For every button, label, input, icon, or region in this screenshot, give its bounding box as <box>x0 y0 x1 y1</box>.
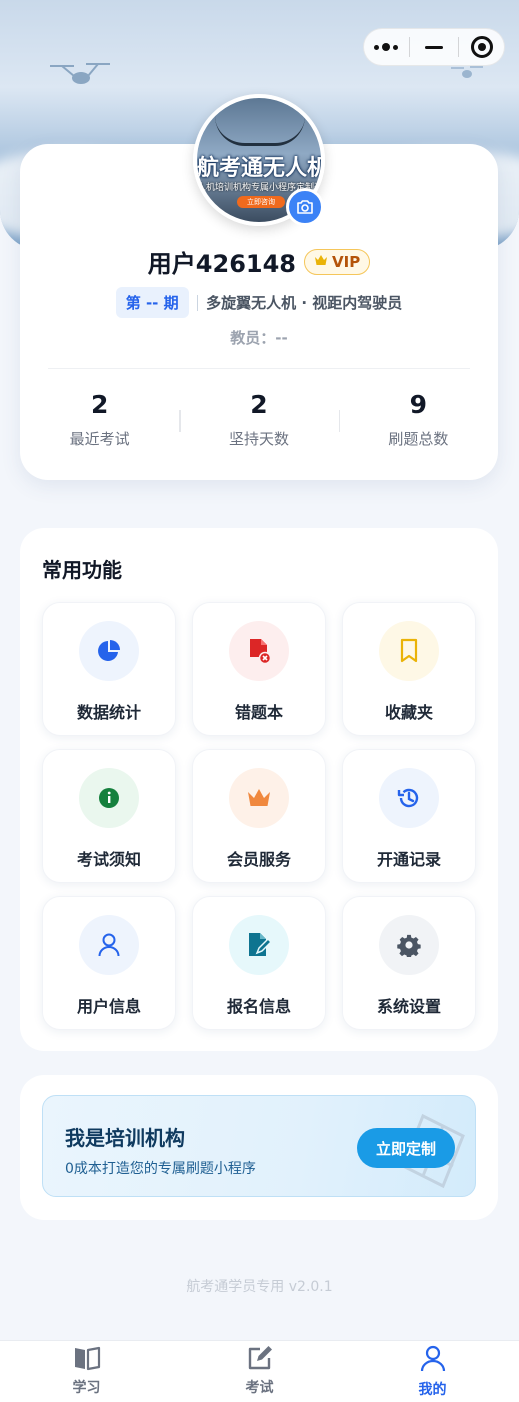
tile-label: 错题本 <box>234 703 283 722</box>
crown-icon <box>314 254 328 270</box>
version-label: 航考通学员专用 v2.0.1 <box>186 1279 333 1295</box>
target-icon[interactable] <box>462 32 502 62</box>
username-row: 用户426148 VIP <box>20 244 498 279</box>
info-icon <box>79 768 139 828</box>
tile-label: 报名信息 <box>226 997 291 1016</box>
username: 用户426148 <box>147 250 296 278</box>
avatar-consult-button: 立即咨询 <box>237 196 285 208</box>
functions-card: 常用功能 数据统计 错题本 收藏夹 考试须知 会员服务 开通记录 用户信息 报名… <box>20 528 498 1051</box>
history-icon <box>379 768 439 828</box>
edit-icon <box>248 1346 272 1370</box>
institution-section: 我是培训机构 0成本打造您的专属刷题小程序 立即定制 <box>20 1075 498 1220</box>
tile-label: 收藏夹 <box>384 703 433 722</box>
tab-study[interactable]: 学习 <box>0 1341 173 1402</box>
tab-label: 学习 <box>72 1380 101 1396</box>
camera-button[interactable] <box>286 188 324 226</box>
book-icon <box>74 1346 100 1371</box>
pie-chart-icon <box>79 621 139 681</box>
minus-icon[interactable] <box>414 32 454 62</box>
user-icon <box>79 915 139 975</box>
user-icon <box>420 1345 445 1372</box>
camera-icon <box>297 200 313 214</box>
tab-label: 我的 <box>418 1382 447 1398</box>
stat-recent-exams[interactable]: 2 最近考试 <box>20 388 179 449</box>
miniprogram-capsule <box>363 28 505 66</box>
period-tag: 第 -- 期 <box>115 287 189 318</box>
edit-doc-icon <box>229 915 289 975</box>
tile-label: 数据统计 <box>76 703 141 722</box>
function-tile-user-info[interactable]: 用户信息 <box>42 896 176 1030</box>
avatar-title: 航考通无人机 <box>197 156 325 181</box>
capsule-divider <box>409 37 411 57</box>
tile-label: 会员服务 <box>226 850 291 869</box>
bottom-tab-bar: 学习 考试 我的 <box>0 1340 519 1402</box>
function-tile-wrong-book[interactable]: 错题本 <box>192 602 326 736</box>
drone-image <box>215 116 305 146</box>
stat-total-questions[interactable]: 9 刷题总数 <box>338 388 498 449</box>
stat-label: 坚持天数 <box>228 430 289 448</box>
capsule-divider <box>457 37 459 57</box>
tile-label: 考试须知 <box>76 850 141 869</box>
functions-grid: 数据统计 错题本 收藏夹 考试须知 会员服务 开通记录 用户信息 报名信息 系统… <box>42 602 476 1030</box>
divider <box>48 368 470 369</box>
functions-title: 常用功能 <box>42 558 122 582</box>
tab-label: 考试 <box>245 1380 274 1396</box>
stat-label: 刷题总数 <box>388 430 449 448</box>
tab-exam[interactable]: 考试 <box>173 1341 346 1402</box>
stat-value: 9 <box>409 390 428 419</box>
course-row: 第 -- 期 多旋翼无人机 · 视距内驾驶员 <box>20 287 498 318</box>
institution-banner[interactable]: 我是培训机构 0成本打造您的专属刷题小程序 立即定制 <box>42 1095 476 1197</box>
tile-label: 系统设置 <box>376 997 441 1016</box>
stat-label: 最近考试 <box>69 430 130 448</box>
function-tile-membership[interactable]: 会员服务 <box>192 749 326 883</box>
customize-button[interactable]: 立即定制 <box>357 1128 455 1168</box>
tab-mine[interactable]: 我的 <box>346 1341 519 1402</box>
drone-silhouette-icon <box>48 58 112 96</box>
crown-icon <box>229 768 289 828</box>
stats-row: 2 最近考试 2 坚持天数 9 刷题总数 <box>20 388 498 449</box>
vip-label: VIP <box>332 252 361 271</box>
function-tile-statistics[interactable]: 数据统计 <box>42 602 176 736</box>
bookmark-icon <box>379 621 439 681</box>
function-tile-settings[interactable]: 系统设置 <box>342 896 476 1030</box>
course-name: 多旋翼无人机 · 视距内驾驶员 <box>206 294 403 312</box>
institution-subtitle: 0成本打造您的专属刷题小程序 <box>65 1161 256 1177</box>
function-tile-exam-notice[interactable]: 考试须知 <box>42 749 176 883</box>
divider <box>196 294 199 311</box>
function-tile-favorites[interactable]: 收藏夹 <box>342 602 476 736</box>
tile-label: 开通记录 <box>376 850 441 869</box>
stat-streak-days[interactable]: 2 坚持天数 <box>179 388 338 449</box>
function-tile-registration[interactable]: 报名信息 <box>192 896 326 1030</box>
stat-value: 2 <box>250 390 268 419</box>
institution-title: 我是培训机构 <box>65 1126 185 1150</box>
vip-badge[interactable]: VIP <box>304 248 371 275</box>
stat-value: 2 <box>90 390 109 419</box>
instructor-label: 教员：-- <box>230 329 288 347</box>
gear-icon <box>379 915 439 975</box>
function-tile-history[interactable]: 开通记录 <box>342 749 476 883</box>
more-dots-icon[interactable] <box>366 32 406 62</box>
tile-label: 用户信息 <box>76 997 141 1016</box>
wrong-doc-icon <box>229 621 289 681</box>
